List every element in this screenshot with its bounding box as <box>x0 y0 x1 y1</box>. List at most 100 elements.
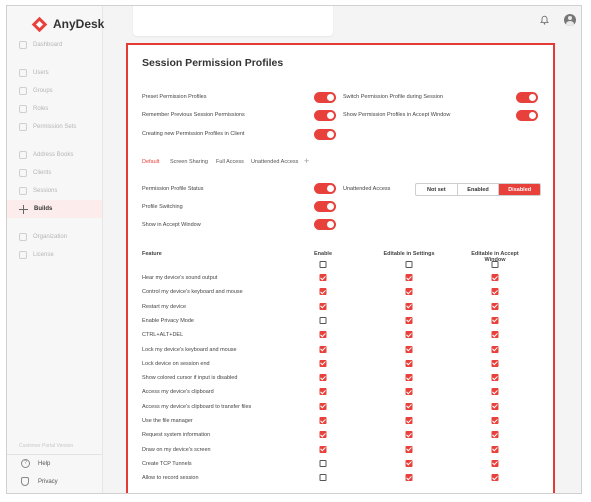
enable-checkbox[interactable] <box>319 402 327 410</box>
tab-default[interactable]: Default <box>142 159 159 165</box>
enable-checkbox[interactable] <box>319 445 327 453</box>
editable-in-settings-checkbox[interactable] <box>405 417 413 424</box>
editable-in-settings-checkbox[interactable] <box>405 274 413 281</box>
enable-checkbox[interactable] <box>319 288 327 296</box>
enable-checkbox[interactable] <box>319 274 327 281</box>
enable-checkbox[interactable] <box>319 345 327 353</box>
enable-checkbox[interactable] <box>319 374 327 382</box>
profile-status-toggle[interactable] <box>314 183 336 194</box>
top-card <box>133 6 333 36</box>
editable-in-settings-checkbox[interactable] <box>405 359 413 367</box>
enable-checkbox[interactable] <box>319 431 327 439</box>
plus-icon[interactable]: + <box>304 157 309 166</box>
sidebar-item-dashboard[interactable]: Dashboard <box>7 36 102 54</box>
editable-in-accept-window-checkbox[interactable] <box>491 388 499 396</box>
switch-profile-toggle[interactable] <box>516 92 538 103</box>
feature-label: Access my device's clipboard <box>142 389 214 396</box>
show-profiles-accept-toggle[interactable] <box>516 110 538 121</box>
editable-in-settings-checkbox[interactable] <box>405 345 413 353</box>
editable-in-accept-window-checkbox[interactable] <box>491 374 499 382</box>
editable-in-accept-window-checkbox[interactable] <box>491 417 499 424</box>
tab-full-access[interactable]: Full Access <box>216 159 244 165</box>
sidebar-item-roles[interactable]: Roles <box>7 100 102 118</box>
editable-in-accept-window-checkbox[interactable] <box>491 402 499 410</box>
privacy-label: Privacy <box>38 478 58 485</box>
editable-in-settings-checkbox[interactable] <box>405 402 413 410</box>
sidebar-item-label: Roles <box>33 106 49 112</box>
editable-in-settings-checkbox[interactable] <box>405 288 413 296</box>
help-link[interactable]: ? Help <box>21 459 50 468</box>
sidebar-item-clients[interactable]: Clients <box>7 164 102 182</box>
setting-label: Remember Previous Session Permissions <box>142 112 245 118</box>
option-enabled[interactable]: Enabled <box>458 184 500 195</box>
editable-in-settings-checkbox[interactable] <box>405 388 413 396</box>
sidebar-item-organization[interactable]: Organization <box>7 228 102 246</box>
editable-in-accept-window-checkbox[interactable] <box>491 359 499 367</box>
editable-in-accept-window-checkbox[interactable] <box>491 302 499 310</box>
sidebar-item-sessions[interactable]: Sessions <box>7 182 102 200</box>
feature-label: Lock my device's keyboard and mouse <box>142 346 237 353</box>
create-profiles-toggle[interactable] <box>314 129 336 140</box>
sidebar-item-builds[interactable]: Builds <box>7 200 102 218</box>
avatar[interactable] <box>564 14 576 26</box>
enable-checkbox[interactable] <box>319 359 327 367</box>
dashboard-icon <box>19 41 27 49</box>
editable-in-settings-checkbox[interactable] <box>405 331 413 339</box>
editable-in-accept-window-checkbox[interactable] <box>491 316 499 324</box>
preset-permission-profiles-toggle[interactable] <box>314 92 336 103</box>
select-all-editable-in-accept-window-checkbox[interactable] <box>491 261 499 268</box>
show-in-accept-toggle[interactable] <box>314 219 336 230</box>
enable-checkbox[interactable] <box>319 302 327 310</box>
select-all-enable-checkbox[interactable] <box>319 261 327 268</box>
enable-checkbox[interactable] <box>319 316 327 324</box>
option-not-set[interactable]: Not set <box>416 184 458 195</box>
privacy-link[interactable]: Privacy <box>21 477 58 486</box>
editable-in-accept-window-checkbox[interactable] <box>491 445 499 453</box>
feature-label: Restart my device <box>142 303 187 310</box>
anydesk-logo[interactable]: AnyDesk <box>31 16 104 32</box>
editable-in-accept-window-checkbox[interactable] <box>491 331 499 339</box>
option-disabled[interactable]: Disabled <box>499 184 540 195</box>
editable-in-accept-window-checkbox[interactable] <box>491 274 499 281</box>
enable-checkbox[interactable] <box>319 417 327 424</box>
bell-icon[interactable] <box>540 15 549 25</box>
feature-label: Allow to record session <box>142 475 199 482</box>
enable-checkbox[interactable] <box>319 459 327 467</box>
sidebar-item-users[interactable]: Users <box>7 64 102 82</box>
editable-in-accept-window-checkbox[interactable] <box>491 459 499 467</box>
editable-in-settings-checkbox[interactable] <box>405 474 413 482</box>
feature-label: Draw on my device's screen <box>142 446 211 453</box>
sidebar-item-label: Organization <box>33 234 68 240</box>
enable-checkbox[interactable] <box>319 474 327 482</box>
sidebar-item-address-books[interactable]: Address Books <box>7 146 102 164</box>
select-all-editable-in-settings-checkbox[interactable] <box>405 261 413 268</box>
tab-unattended-access[interactable]: Unattended Access <box>251 159 298 165</box>
editable-in-settings-checkbox[interactable] <box>405 374 413 382</box>
permission-sets-icon <box>19 123 27 131</box>
editable-in-settings-checkbox[interactable] <box>405 302 413 310</box>
enable-checkbox[interactable] <box>319 331 327 339</box>
feature-label: Lock device on session end <box>142 360 210 367</box>
editable-in-settings-checkbox[interactable] <box>405 316 413 324</box>
editable-in-settings-checkbox[interactable] <box>405 431 413 439</box>
editable-in-settings-checkbox[interactable] <box>405 459 413 467</box>
sidebar-item-groups[interactable]: Groups <box>7 82 102 100</box>
column-header-editable-settings: Editable in Settings <box>383 251 435 257</box>
editable-in-accept-window-checkbox[interactable] <box>491 474 499 482</box>
remember-permissions-toggle[interactable] <box>314 110 336 121</box>
editable-in-settings-checkbox[interactable] <box>405 445 413 453</box>
editable-in-accept-window-checkbox[interactable] <box>491 288 499 296</box>
users-icon <box>19 69 27 77</box>
profile-switching-toggle[interactable] <box>314 201 336 212</box>
privacy-icon <box>21 477 29 486</box>
enable-checkbox[interactable] <box>319 388 327 396</box>
sidebar: AnyDesk Dashboard Users Groups Roles Per… <box>7 6 104 493</box>
sidebar-item-label: Address Books <box>33 152 74 158</box>
editable-in-accept-window-checkbox[interactable] <box>491 345 499 353</box>
column-header-enable: Enable <box>313 251 333 257</box>
editable-in-accept-window-checkbox[interactable] <box>491 431 499 439</box>
setting-label: Switch Permission Profile during Session <box>343 94 443 100</box>
sidebar-item-permission-sets[interactable]: Permission Sets <box>7 118 102 136</box>
tab-screen-sharing[interactable]: Screen Sharing <box>170 159 208 165</box>
sidebar-item-license[interactable]: License <box>7 246 102 264</box>
